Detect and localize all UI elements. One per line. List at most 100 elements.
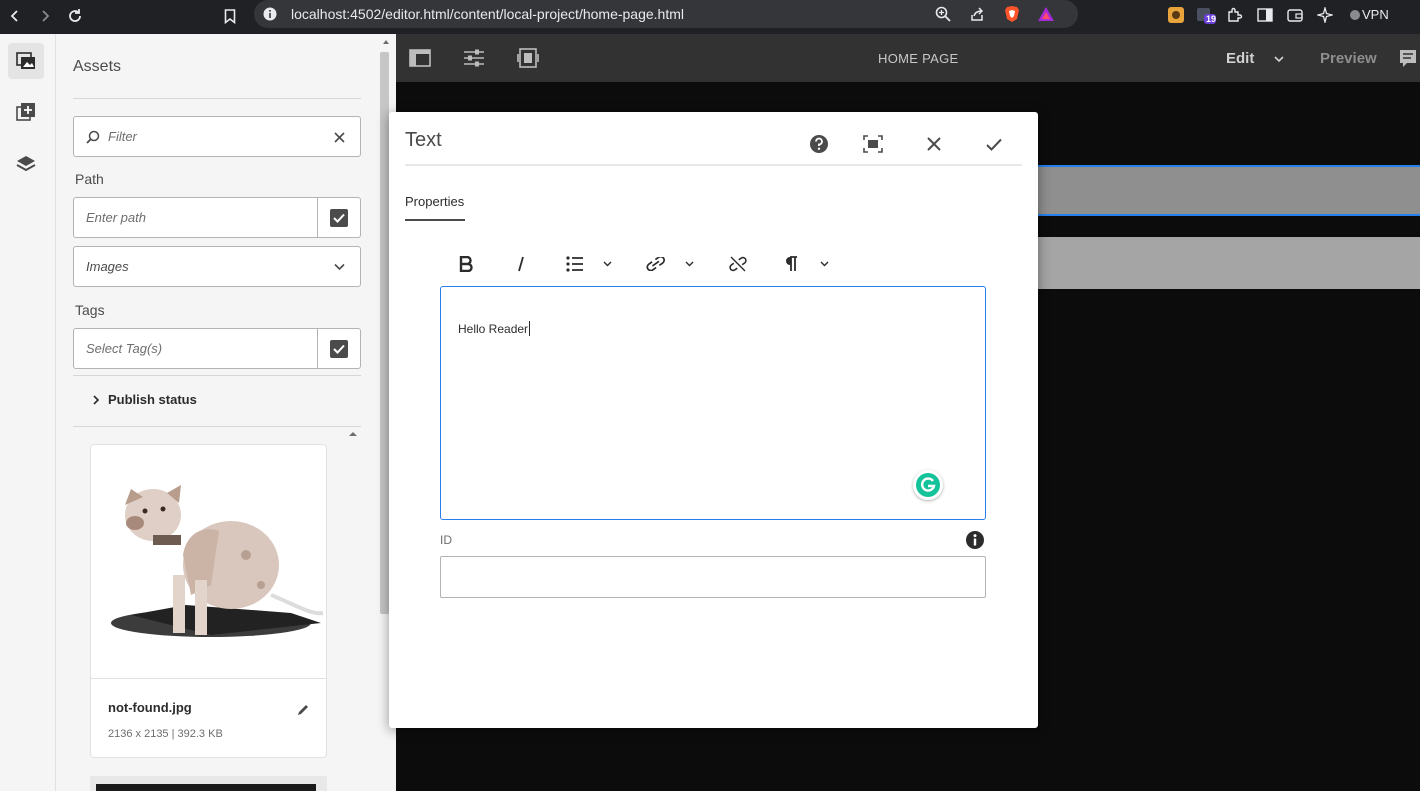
chevron-down-icon[interactable] <box>683 257 695 271</box>
forward-icon[interactable] <box>33 4 57 28</box>
address-bar[interactable]: localhost:4502/editor.html/content/local… <box>254 0 1078 28</box>
grammarly-icon[interactable] <box>913 470 943 500</box>
extension-badge-icon[interactable]: 19 <box>1196 5 1216 25</box>
scroll-up-icon[interactable] <box>382 38 390 46</box>
scroll-up-icon[interactable] <box>348 430 358 438</box>
asset-thumbnail <box>96 784 316 791</box>
path-label: Path <box>75 171 104 187</box>
side-rail <box>0 34 56 791</box>
chevron-right-icon <box>93 395 100 405</box>
assets-panel: Assets Filter Path Enter path Images Tag… <box>56 34 414 791</box>
rte-content[interactable]: Hello Reader <box>458 321 531 336</box>
extensions-puzzle-icon[interactable] <box>1225 5 1245 25</box>
tab-indicator <box>405 219 465 221</box>
search-icon <box>86 130 100 144</box>
divider <box>73 375 361 376</box>
site-info-icon[interactable] <box>259 4 281 24</box>
tags-label: Tags <box>75 302 105 318</box>
asset-card[interactable]: not-found.jpg 2136 x 2135 | 392.3 KB <box>90 444 327 758</box>
assets-rail-button[interactable] <box>8 43 44 79</box>
chevron-down-icon <box>334 263 345 271</box>
layers-icon <box>16 156 36 172</box>
publish-status-label: Publish status <box>108 392 197 407</box>
rich-text-editor[interactable]: Hello Reader <box>440 286 986 520</box>
emulator-icon[interactable] <box>517 48 539 68</box>
info-icon[interactable] <box>965 530 985 550</box>
zoom-icon[interactable] <box>932 4 954 24</box>
components-icon <box>16 103 35 121</box>
panel-scrollbar[interactable] <box>380 52 389 614</box>
tags-browse-button[interactable] <box>317 329 360 368</box>
back-icon[interactable] <box>3 4 27 28</box>
assets-panel-title: Assets <box>73 58 122 75</box>
publish-status-toggle[interactable]: Publish status <box>92 392 292 410</box>
path-placeholder: Enter path <box>86 210 146 225</box>
italic-icon[interactable] <box>508 252 534 276</box>
leo-ai-icon[interactable] <box>1315 5 1335 25</box>
wallet-icon[interactable] <box>1285 5 1305 25</box>
asset-name: not-found.jpg <box>108 700 192 715</box>
done-icon[interactable] <box>982 132 1006 156</box>
mode-label: Edit <box>1226 50 1255 67</box>
components-rail-button[interactable] <box>8 94 44 130</box>
clear-icon[interactable] <box>334 132 345 143</box>
assets-icon <box>16 52 35 69</box>
asset-card[interactable] <box>90 776 327 791</box>
fullscreen-icon[interactable] <box>861 132 885 156</box>
share-icon[interactable] <box>966 4 988 24</box>
tags-field[interactable]: Select Tag(s) <box>73 328 361 369</box>
paragraph-icon[interactable] <box>778 252 804 276</box>
asset-type-value: Images <box>86 259 129 274</box>
extension-badge-count: 19 <box>1206 14 1217 24</box>
toggle-side-panel-icon[interactable] <box>409 48 431 68</box>
divider <box>405 164 1022 166</box>
brave-shield-icon[interactable] <box>1001 4 1023 24</box>
layout-container[interactable] <box>1038 237 1420 289</box>
page-properties-icon[interactable] <box>463 48 485 68</box>
tab-properties[interactable]: Properties <box>405 194 464 209</box>
mode-selector[interactable]: Edit <box>1226 48 1296 70</box>
path-browse-button[interactable] <box>317 198 360 237</box>
close-icon[interactable] <box>922 132 946 156</box>
content-tree-rail-button[interactable] <box>8 146 44 182</box>
unlink-icon[interactable] <box>725 252 751 276</box>
link-icon[interactable] <box>643 252 669 276</box>
chevron-down-icon[interactable] <box>601 257 613 271</box>
text-cursor <box>529 321 531 336</box>
edit-icon[interactable] <box>296 703 310 717</box>
brave-rewards-icon[interactable] <box>1035 4 1057 24</box>
path-field[interactable]: Enter path <box>73 197 361 238</box>
reload-icon[interactable] <box>63 4 87 28</box>
divider <box>73 426 361 427</box>
checkbox-icon <box>330 339 348 358</box>
filter-placeholder: Filter <box>108 129 137 144</box>
checkbox-icon <box>330 208 348 227</box>
extension-orange-icon[interactable] <box>1166 5 1186 25</box>
browser-toolbar: localhost:4502/editor.html/content/local… <box>0 0 1420 34</box>
id-label: ID <box>440 533 452 547</box>
dog-image <box>111 485 324 637</box>
dialog-title: Text <box>405 129 442 151</box>
page-title: HOME PAGE <box>878 51 959 66</box>
vpn-label[interactable]: VPN <box>1362 7 1389 22</box>
url-text[interactable]: localhost:4502/editor.html/content/local… <box>291 6 684 22</box>
list-icon[interactable] <box>562 252 588 276</box>
preview-button[interactable]: Preview <box>1320 50 1377 67</box>
tags-placeholder: Select Tag(s) <box>86 341 163 356</box>
bookmark-icon[interactable] <box>218 4 242 28</box>
asset-thumbnail[interactable] <box>91 445 326 679</box>
annotations-icon[interactable] <box>1398 48 1420 68</box>
bold-icon[interactable] <box>453 252 479 276</box>
asset-meta: 2136 x 2135 | 392.3 KB <box>108 728 223 740</box>
editor-toolbar: HOME PAGE Edit Preview <box>396 34 1420 82</box>
chevron-down-icon <box>1274 56 1284 63</box>
id-input[interactable] <box>440 556 986 598</box>
text-dialog: Text Properties Hello Reader ID <box>389 112 1038 728</box>
filter-input[interactable]: Filter <box>73 116 361 157</box>
text-component[interactable] <box>1038 165 1420 216</box>
asset-type-select[interactable]: Images <box>73 246 361 287</box>
sidebar-toggle-icon[interactable] <box>1255 5 1275 25</box>
chevron-down-icon[interactable] <box>818 257 830 271</box>
help-icon[interactable] <box>807 132 831 156</box>
divider <box>73 98 361 99</box>
